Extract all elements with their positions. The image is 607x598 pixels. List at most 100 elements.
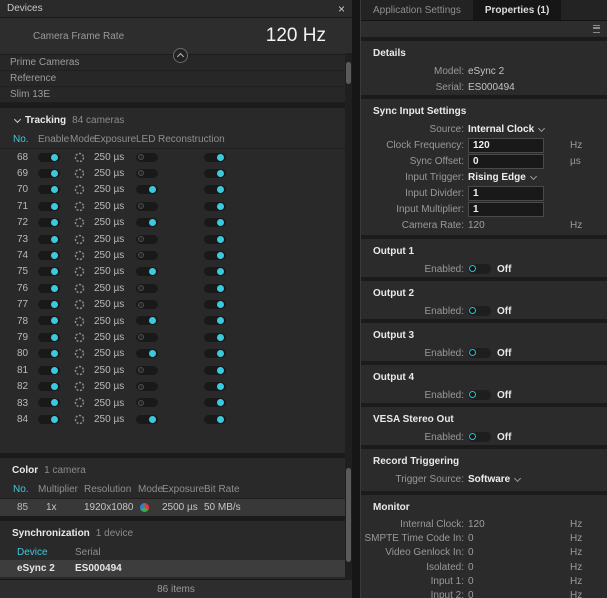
led-toggle[interactable] xyxy=(136,366,158,375)
object-mode-icon[interactable] xyxy=(74,332,85,343)
enable-toggle[interactable] xyxy=(38,316,60,325)
reconstruction-toggle[interactable] xyxy=(204,185,226,194)
camera-group-item[interactable]: Reference xyxy=(0,71,352,87)
table-row[interactable]: 80 250 µs xyxy=(0,346,352,362)
led-toggle[interactable] xyxy=(136,382,158,391)
table-row[interactable]: 76 250 µs xyxy=(0,280,352,296)
object-mode-icon[interactable] xyxy=(74,168,85,179)
table-row[interactable]: 78 250 µs xyxy=(0,313,352,329)
enable-toggle[interactable] xyxy=(38,169,60,178)
reconstruction-toggle[interactable] xyxy=(204,202,226,211)
led-toggle[interactable] xyxy=(136,415,158,424)
reconstruction-toggle[interactable] xyxy=(204,300,226,309)
color-mode-icon[interactable] xyxy=(140,503,149,512)
input-divider-input[interactable]: 1 xyxy=(468,186,544,201)
table-row[interactable]: 84 250 µs xyxy=(0,411,352,427)
sync-offset-input[interactable]: 0 xyxy=(468,154,544,169)
led-toggle[interactable] xyxy=(136,218,158,227)
reconstruction-toggle[interactable] xyxy=(204,316,226,325)
enable-toggle[interactable] xyxy=(38,349,60,358)
object-mode-icon[interactable] xyxy=(74,266,85,277)
enable-toggle[interactable] xyxy=(38,267,60,276)
led-toggle[interactable] xyxy=(136,202,158,211)
led-toggle[interactable] xyxy=(136,300,158,309)
reconstruction-toggle[interactable] xyxy=(204,169,226,178)
reconstruction-toggle[interactable] xyxy=(204,366,226,375)
object-mode-icon[interactable] xyxy=(74,348,85,359)
led-toggle[interactable] xyxy=(136,398,158,407)
object-mode-icon[interactable] xyxy=(74,234,85,245)
table-row[interactable]: 85 1x 1920x1080 2500 µs 50 MB/s xyxy=(0,499,352,516)
scrollbar-track[interactable] xyxy=(345,53,352,580)
table-row[interactable]: 77 250 µs xyxy=(0,297,352,313)
object-mode-icon[interactable] xyxy=(74,217,85,228)
clock-frequency-input[interactable]: 120 xyxy=(468,138,544,153)
reconstruction-toggle[interactable] xyxy=(204,333,226,342)
table-row[interactable]: 74 250 µs xyxy=(0,247,352,263)
enable-toggle[interactable] xyxy=(38,366,60,375)
led-toggle[interactable] xyxy=(136,235,158,244)
table-row[interactable]: 79 250 µs xyxy=(0,329,352,345)
reconstruction-toggle[interactable] xyxy=(204,218,226,227)
enabled-toggle[interactable] xyxy=(468,306,491,316)
reconstruction-toggle[interactable] xyxy=(204,235,226,244)
object-mode-icon[interactable] xyxy=(74,381,85,392)
enable-toggle[interactable] xyxy=(38,300,60,309)
table-row[interactable]: 70 250 µs xyxy=(0,182,352,198)
input-multiplier-input[interactable]: 1 xyxy=(468,202,544,217)
table-row[interactable]: 83 250 µs xyxy=(0,395,352,411)
table-row[interactable]: 81 250 µs xyxy=(0,362,352,378)
enabled-toggle[interactable] xyxy=(468,348,491,358)
enable-toggle[interactable] xyxy=(38,382,60,391)
reconstruction-toggle[interactable] xyxy=(204,415,226,424)
enabled-toggle[interactable] xyxy=(468,390,491,400)
reconstruction-toggle[interactable] xyxy=(204,251,226,260)
enable-toggle[interactable] xyxy=(38,185,60,194)
reconstruction-toggle[interactable] xyxy=(204,349,226,358)
table-row[interactable]: 75 250 µs xyxy=(0,264,352,280)
led-toggle[interactable] xyxy=(136,349,158,358)
tab-application-settings[interactable]: Application Settings xyxy=(361,0,473,20)
object-mode-icon[interactable] xyxy=(74,299,85,310)
object-mode-icon[interactable] xyxy=(74,201,85,212)
object-mode-icon[interactable] xyxy=(74,414,85,425)
panel-menu-icon[interactable] xyxy=(593,25,600,33)
enable-toggle[interactable] xyxy=(38,218,60,227)
led-toggle[interactable] xyxy=(136,185,158,194)
led-toggle[interactable] xyxy=(136,284,158,293)
enable-toggle[interactable] xyxy=(38,235,60,244)
object-mode-icon[interactable] xyxy=(74,250,85,261)
tracking-section-title[interactable]: Tracking 84 cameras xyxy=(0,108,352,131)
reconstruction-toggle[interactable] xyxy=(204,267,226,276)
table-row[interactable]: eSync 2 ES000494 xyxy=(0,560,352,577)
enable-toggle[interactable] xyxy=(38,398,60,407)
panel-divider[interactable] xyxy=(352,0,360,598)
table-row[interactable]: 82 250 µs xyxy=(0,378,352,394)
table-row[interactable]: 69 250 µs xyxy=(0,165,352,181)
table-row[interactable]: 71 250 µs xyxy=(0,198,352,214)
table-row[interactable]: 68 250 µs xyxy=(0,149,352,165)
reconstruction-toggle[interactable] xyxy=(204,153,226,162)
object-mode-icon[interactable] xyxy=(74,283,85,294)
led-toggle[interactable] xyxy=(136,267,158,276)
tab-properties[interactable]: Properties (1) xyxy=(473,0,561,20)
object-mode-icon[interactable] xyxy=(74,365,85,376)
reconstruction-toggle[interactable] xyxy=(204,398,226,407)
object-mode-icon[interactable] xyxy=(74,152,85,163)
close-icon[interactable]: × xyxy=(338,4,345,14)
enabled-toggle[interactable] xyxy=(468,432,491,442)
reconstruction-toggle[interactable] xyxy=(204,382,226,391)
enable-toggle[interactable] xyxy=(38,284,60,293)
source-dropdown[interactable]: Internal Clock xyxy=(468,124,544,135)
object-mode-icon[interactable] xyxy=(74,184,85,195)
synchronization-section-title[interactable]: Synchronization 1 device xyxy=(0,521,352,544)
enable-toggle[interactable] xyxy=(38,251,60,260)
scrollbar-thumb[interactable] xyxy=(346,62,351,84)
enable-toggle[interactable] xyxy=(38,415,60,424)
object-mode-icon[interactable] xyxy=(74,397,85,408)
led-toggle[interactable] xyxy=(136,169,158,178)
led-toggle[interactable] xyxy=(136,251,158,260)
enabled-toggle[interactable] xyxy=(468,264,491,274)
led-toggle[interactable] xyxy=(136,333,158,342)
collapse-group-list-button[interactable] xyxy=(173,48,188,63)
